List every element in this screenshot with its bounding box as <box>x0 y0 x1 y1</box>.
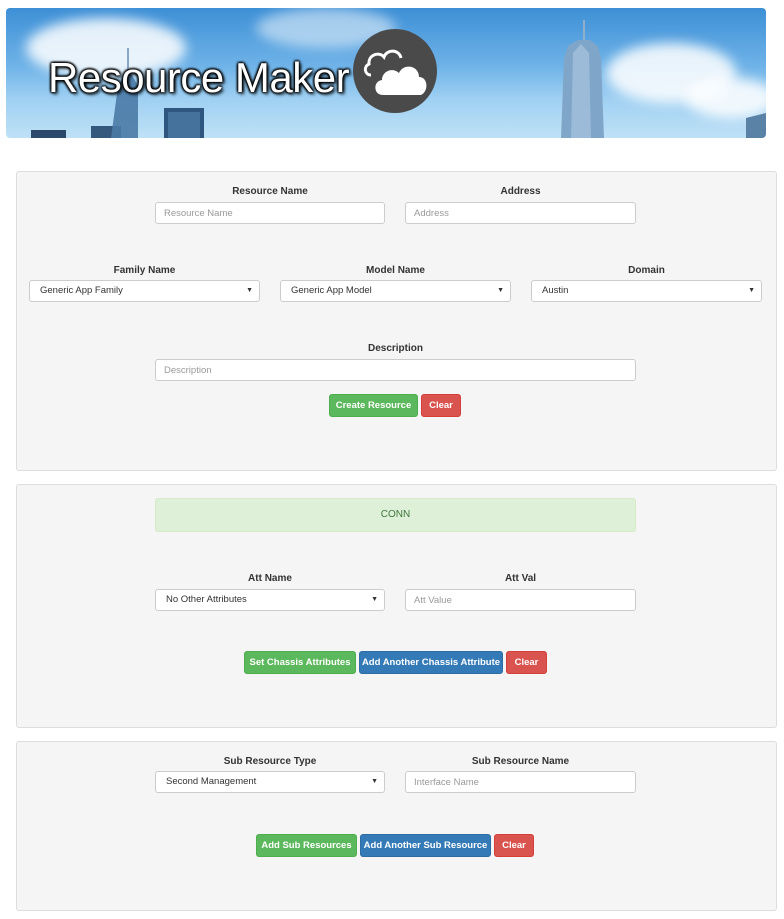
address-label: Address <box>500 186 541 197</box>
family-name-select[interactable]: Generic App Family ▼ <box>29 280 260 302</box>
model-name-selected: Generic App Model <box>291 285 372 296</box>
model-name-label: Model Name <box>366 265 425 276</box>
description-label: Description <box>367 343 423 354</box>
resource-name-label: Resource Name <box>232 186 308 197</box>
cloud-icon <box>363 49 427 95</box>
clear-attribute-button[interactable]: Clear <box>506 651 547 674</box>
caret-down-icon: ▼ <box>497 287 504 294</box>
page-title: Resource Maker <box>48 54 350 101</box>
resource-name-input[interactable] <box>155 202 385 224</box>
sub-resource-type-label: Sub Resource Type <box>223 756 317 767</box>
domain-label: Domain <box>628 265 665 276</box>
model-name-select[interactable]: Generic App Model ▼ <box>280 280 511 302</box>
att-val-label: Att Val <box>504 573 537 584</box>
attribute-form-panel: CONN Att Name No Other Attributes ▼ Att … <box>16 484 777 728</box>
caret-down-icon: ▼ <box>371 778 378 785</box>
status-alert: CONN <box>155 498 636 532</box>
set-chassis-attributes-button[interactable]: Set Chassis Attributes <box>244 651 356 674</box>
att-name-label: Att Name <box>248 573 292 584</box>
clear-resource-button[interactable]: Clear <box>421 394 461 417</box>
domain-selected: Austin <box>542 285 569 296</box>
att-val-input[interactable] <box>405 589 636 611</box>
att-name-select[interactable]: No Other Attributes ▼ <box>155 589 385 611</box>
clear-sub-resource-button[interactable]: Clear <box>494 834 534 857</box>
caret-down-icon: ▼ <box>371 596 378 603</box>
address-input[interactable] <box>405 202 636 224</box>
add-another-chassis-attribute-button[interactable]: Add Another Chassis Attribute <box>359 651 503 674</box>
sub-resource-type-selected: Second Management <box>166 776 257 787</box>
create-resource-button[interactable]: Create Resource <box>329 394 418 417</box>
sub-resource-name-label: Sub Resource Name <box>471 756 570 767</box>
family-name-label: Family Name <box>113 265 176 276</box>
resource-form-panel: Resource Name Address Family Name Generi… <box>16 171 777 471</box>
family-name-selected: Generic App Family <box>40 285 123 296</box>
caret-down-icon: ▼ <box>748 287 755 294</box>
caret-down-icon: ▼ <box>246 287 253 294</box>
description-input[interactable] <box>155 359 636 381</box>
sub-resource-type-select[interactable]: Second Management ▼ <box>155 771 385 793</box>
domain-select[interactable]: Austin ▼ <box>531 280 762 302</box>
sub-resource-name-input[interactable] <box>405 771 636 793</box>
logo-badge <box>353 29 437 113</box>
add-sub-resources-button[interactable]: Add Sub Resources <box>256 834 357 857</box>
att-name-selected: No Other Attributes <box>166 594 247 605</box>
sub-resource-form-panel: Sub Resource Type Second Management ▼ Su… <box>16 741 777 911</box>
add-another-sub-resource-button[interactable]: Add Another Sub Resource <box>360 834 491 857</box>
